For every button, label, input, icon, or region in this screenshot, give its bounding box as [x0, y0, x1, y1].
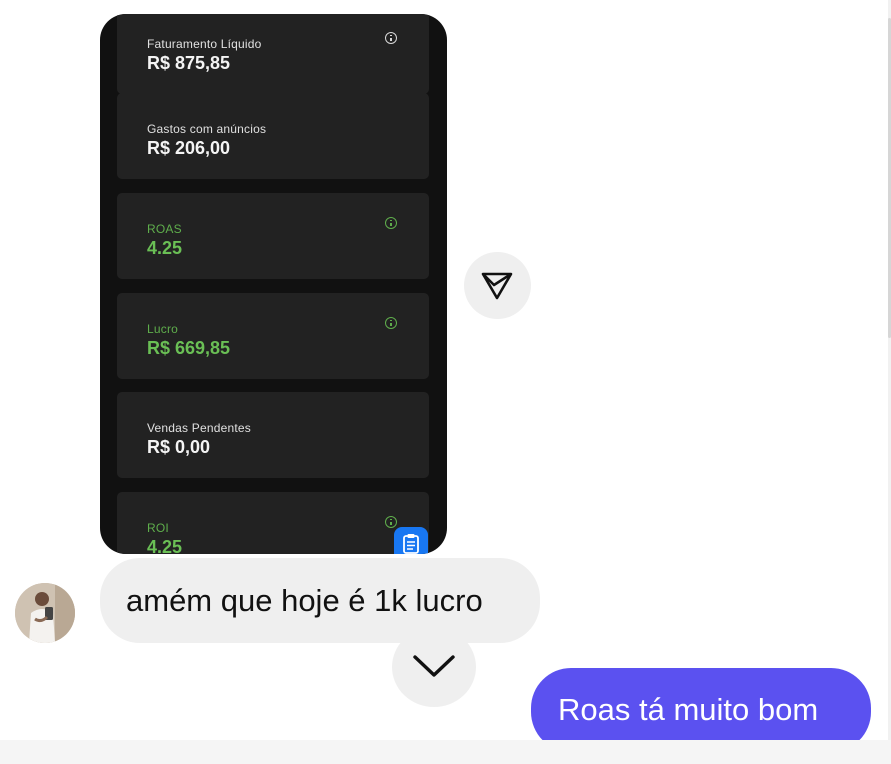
metric-value: R$ 206,00 — [147, 138, 231, 158]
info-icon — [385, 32, 397, 44]
metric-label: Vendas Pendentes — [147, 421, 251, 435]
metric-card-roas: ROAS 4.25 — [117, 193, 429, 279]
metric-label: Lucro — [147, 322, 179, 336]
clipboard-icon — [403, 534, 419, 554]
metric-card-roi: ROI 4.25 — [117, 492, 429, 554]
metric-value: R$ 0,00 — [147, 437, 211, 457]
paper-plane-icon — [481, 272, 513, 300]
metric-card-vendas-pendentes: Vendas Pendentes R$ 0,00 — [117, 392, 429, 478]
chevron-down-icon — [413, 655, 455, 677]
metric-value: R$ 875,85 — [147, 53, 231, 73]
composer-area — [0, 740, 891, 764]
clipboard-button — [394, 527, 428, 554]
metric-value: 4.25 — [147, 238, 183, 258]
metric-value: 4.25 — [147, 537, 183, 554]
metric-card-lucro: Lucro R$ 669,85 — [117, 293, 429, 379]
info-icon — [385, 217, 397, 229]
metric-label: Faturamento Líquido — [147, 37, 262, 51]
metric-value: R$ 669,85 — [147, 338, 231, 358]
metric-label: Gastos com anúncios — [147, 122, 267, 136]
metric-card-faturamento: Faturamento Líquido R$ 875,85 — [117, 14, 429, 94]
metric-label: ROAS — [147, 222, 182, 236]
scroll-down-button[interactable] — [392, 627, 476, 707]
share-button[interactable] — [464, 252, 531, 319]
avatar[interactable] — [15, 583, 75, 643]
received-message-bubble[interactable]: amém que hoje é 1k lucro — [100, 558, 540, 643]
metric-card-gastos: Gastos com anúncios R$ 206,00 — [117, 93, 429, 179]
info-icon — [385, 317, 397, 329]
metric-label: ROI — [147, 521, 169, 535]
shared-screenshot[interactable]: Faturamento Líquido R$ 875,85 Gastos com… — [100, 14, 447, 554]
